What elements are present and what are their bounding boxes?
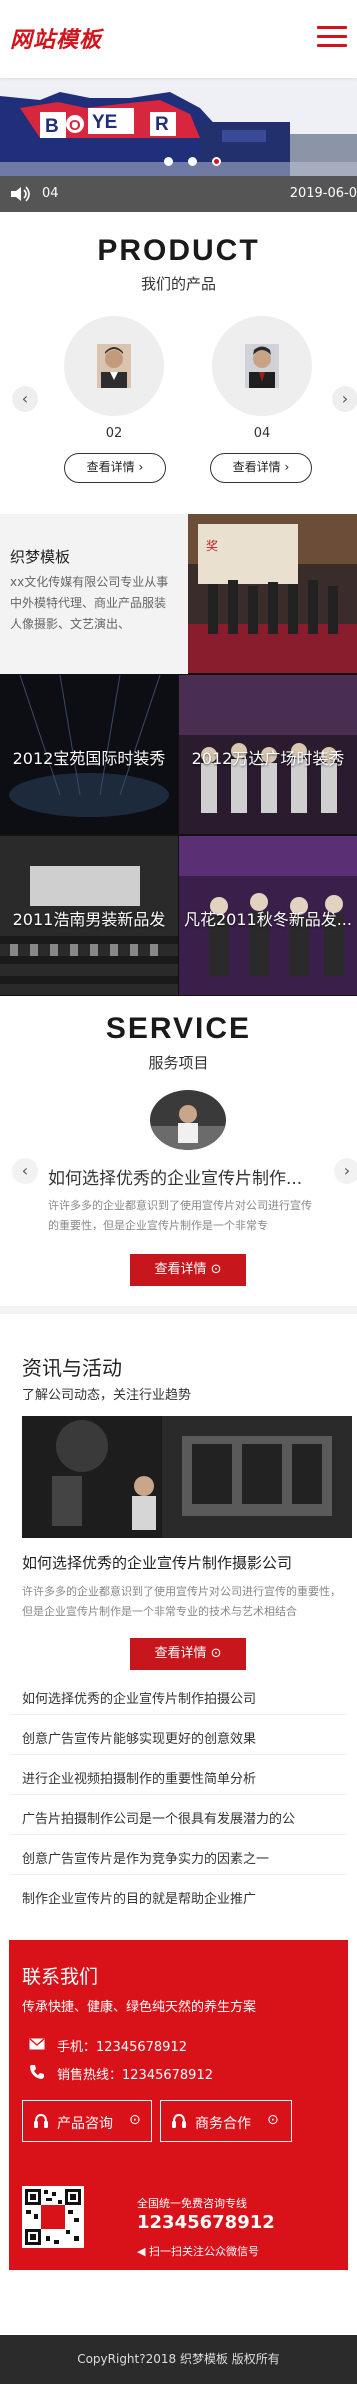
product-avatar: [64, 316, 164, 416]
pagination-dot-active[interactable]: [212, 157, 222, 166]
pagination-dot[interactable]: [164, 157, 173, 166]
banner-pagination: [164, 151, 231, 170]
news-list-item[interactable]: 创意广告宣传片能够实现更好的创意效果: [22, 1728, 322, 1747]
case-photo: 奖: [188, 514, 357, 673]
service-title-en: SERVICE: [105, 1012, 252, 1045]
news-subtitle: 了解公司动态，关注行业趋势: [22, 1388, 192, 1403]
service-title-cn: 服务项目: [148, 1054, 209, 1072]
case-item[interactable]: 2011浩南男装新品发: [0, 836, 178, 995]
product-card[interactable]: 02: [64, 316, 164, 441]
service-prev-arrow[interactable]: ‹: [12, 1158, 38, 1184]
news-list-item[interactable]: 创意广告宣传片是作为竞争实力的因素之一: [22, 1848, 322, 1867]
button-label: 查看详情: [154, 1262, 207, 1277]
divider: [10, 1794, 347, 1795]
svg-text:奖: 奖: [206, 539, 218, 553]
news-title: 资讯与活动: [22, 1356, 122, 1380]
news-list-item[interactable]: 如何选择优秀的企业宣传片制作拍摄公司: [22, 1688, 322, 1707]
product-number: 04: [253, 426, 271, 441]
contact-title: 联系我们: [22, 1966, 99, 1988]
button-label: 查看详情: [232, 460, 281, 474]
wechat-label: ◀ 扫一扫关注公众微信号: [137, 2245, 259, 2258]
divider: [10, 1874, 347, 1875]
headset-icon: [172, 2113, 186, 2128]
business-cooperation-button[interactable]: 商务合作 ⊙: [160, 2100, 292, 2142]
section-divider: [0, 1306, 357, 1314]
news-featured-title[interactable]: 如何选择优秀的企业宣传片制作摄影公司: [22, 1552, 342, 1573]
product-title-cn: 我们的产品: [140, 275, 216, 293]
divider: [10, 1754, 347, 1755]
about-text: xx文化传媒有限公司专业从事中外模特代理、商业产品服装人像摄影、文艺演出、: [10, 575, 169, 631]
svg-text:YE: YE: [92, 112, 117, 133]
case-item[interactable]: 奖: [188, 514, 357, 673]
site-logo[interactable]: 网站模板: [10, 22, 102, 54]
case-item[interactable]: 凡花2011秋冬新品发...: [179, 836, 357, 995]
contact-phone[interactable]: 手机：12345678912: [57, 2036, 187, 2055]
case-label: 凡花2011秋冬新品发...: [184, 910, 352, 929]
circle-arrow-icon: ⊙: [210, 1262, 222, 1277]
circle-arrow-icon: ⊙: [210, 1646, 222, 1661]
contact-section: 联系我们 传承快捷、健康、绿色纯天然的养生方案 手机：12345678912 销…: [9, 1940, 348, 2270]
button-label: 产品咨询: [57, 2116, 113, 2132]
page: 网站模板 B YE R O 04 2019-06-0 PRODUCT 我们的产品…: [0, 0, 357, 2384]
service-next-arrow[interactable]: ›: [334, 1158, 357, 1184]
case-item[interactable]: 2012万达广场时装秀: [179, 675, 357, 834]
button-label: 商务合作: [195, 2116, 251, 2132]
headset-icon: [34, 2113, 48, 2128]
circle-arrow-icon: ⊙: [267, 2112, 279, 2128]
product-next-arrow[interactable]: ›: [332, 386, 357, 412]
copyright-text: CopyRight?2018 织梦模板 版权所有: [77, 2352, 280, 2366]
product-title-en: PRODUCT: [97, 234, 260, 267]
divider: [10, 1834, 347, 1835]
mail-icon: [29, 2038, 45, 2050]
button-label: 查看详情: [86, 460, 135, 474]
case-item[interactable]: 2012宝苑国际时装秀: [0, 675, 178, 834]
product-avatar: [212, 316, 312, 416]
service-detail-button[interactable]: 查看详情 ⊙: [130, 1254, 246, 1286]
svg-text:B: B: [45, 116, 59, 137]
product-consult-button[interactable]: 产品咨询 ⊙: [22, 2100, 152, 2142]
divider: [10, 1714, 347, 1715]
consult-label: 全国统一免费咨询专线: [137, 2197, 247, 2210]
site-header: 网站模板: [0, 0, 357, 78]
site-footer: CopyRight?2018 织梦模板 版权所有: [0, 2335, 357, 2384]
news-list-item[interactable]: 广告片拍摄制作公司是一个很具有发展潜力的公: [22, 1808, 322, 1827]
product-card[interactable]: 04: [212, 316, 312, 441]
phone-icon: [30, 2065, 44, 2079]
svg-text:R: R: [155, 114, 169, 135]
button-label: 查看详情: [154, 1646, 207, 1661]
news-detail-button[interactable]: 查看详情 ⊙: [130, 1638, 246, 1670]
news-list-item[interactable]: 进行企业视频拍摄制作的重要性简单分析: [22, 1768, 322, 1787]
person-photo: [97, 344, 131, 388]
circle-arrow-icon: ⊙: [129, 2112, 141, 2128]
pagination-dot[interactable]: [188, 157, 198, 166]
service-image: [150, 1090, 226, 1150]
product-detail-button[interactable]: 查看详情 ›: [64, 453, 166, 483]
case-label: 2012宝苑国际时装秀: [12, 749, 166, 768]
product-prev-arrow[interactable]: ‹: [12, 386, 38, 412]
case-label: 2011浩南男装新品发: [12, 910, 166, 929]
svg-text:O: O: [69, 117, 81, 134]
about-title: 织梦模板: [10, 548, 71, 566]
news-featured-desc: 许许多多的企业都意识到了使用宣传片对公司进行宣传的重要性，但是企业宣传片制作是一…: [22, 1585, 341, 1618]
wechat-qr-code[interactable]: [22, 2186, 84, 2248]
about-block[interactable]: 织梦模板 xx文化传媒有限公司专业从事中外模特代理、商业产品服装人像摄影、文艺演…: [0, 514, 188, 674]
ticker-date: 2019-06-0: [289, 186, 357, 201]
ticker-number: 04: [42, 186, 59, 201]
service-headline[interactable]: 如何选择优秀的企业宣传片制作...: [48, 1164, 318, 1189]
speaker-icon: [11, 186, 30, 202]
menu-icon[interactable]: [317, 26, 347, 50]
banner-slider[interactable]: B YE R O: [0, 78, 357, 176]
person-photo: [245, 344, 279, 388]
product-detail-button[interactable]: 查看详情 ›: [210, 453, 312, 483]
news-featured-image[interactable]: [22, 1416, 352, 1538]
case-label: 2012万达广场时装秀: [191, 749, 345, 768]
service-desc: 许许多多的企业都意识到了使用宣传片对公司进行宣传的重要性，但是企业宣传片制作是一…: [48, 1199, 312, 1232]
product-number: 02: [105, 426, 123, 441]
news-ticker[interactable]: 04 2019-06-0: [0, 176, 357, 212]
contact-slogan: 传承快捷、健康、绿色纯天然的养生方案: [22, 2000, 257, 2015]
news-list-item[interactable]: 制作企业宣传片的目的就是帮助企业推广: [22, 1888, 322, 1907]
contact-hotline[interactable]: 销售热线：12345678912: [57, 2064, 213, 2083]
consult-number[interactable]: 12345678912: [137, 2212, 275, 2233]
